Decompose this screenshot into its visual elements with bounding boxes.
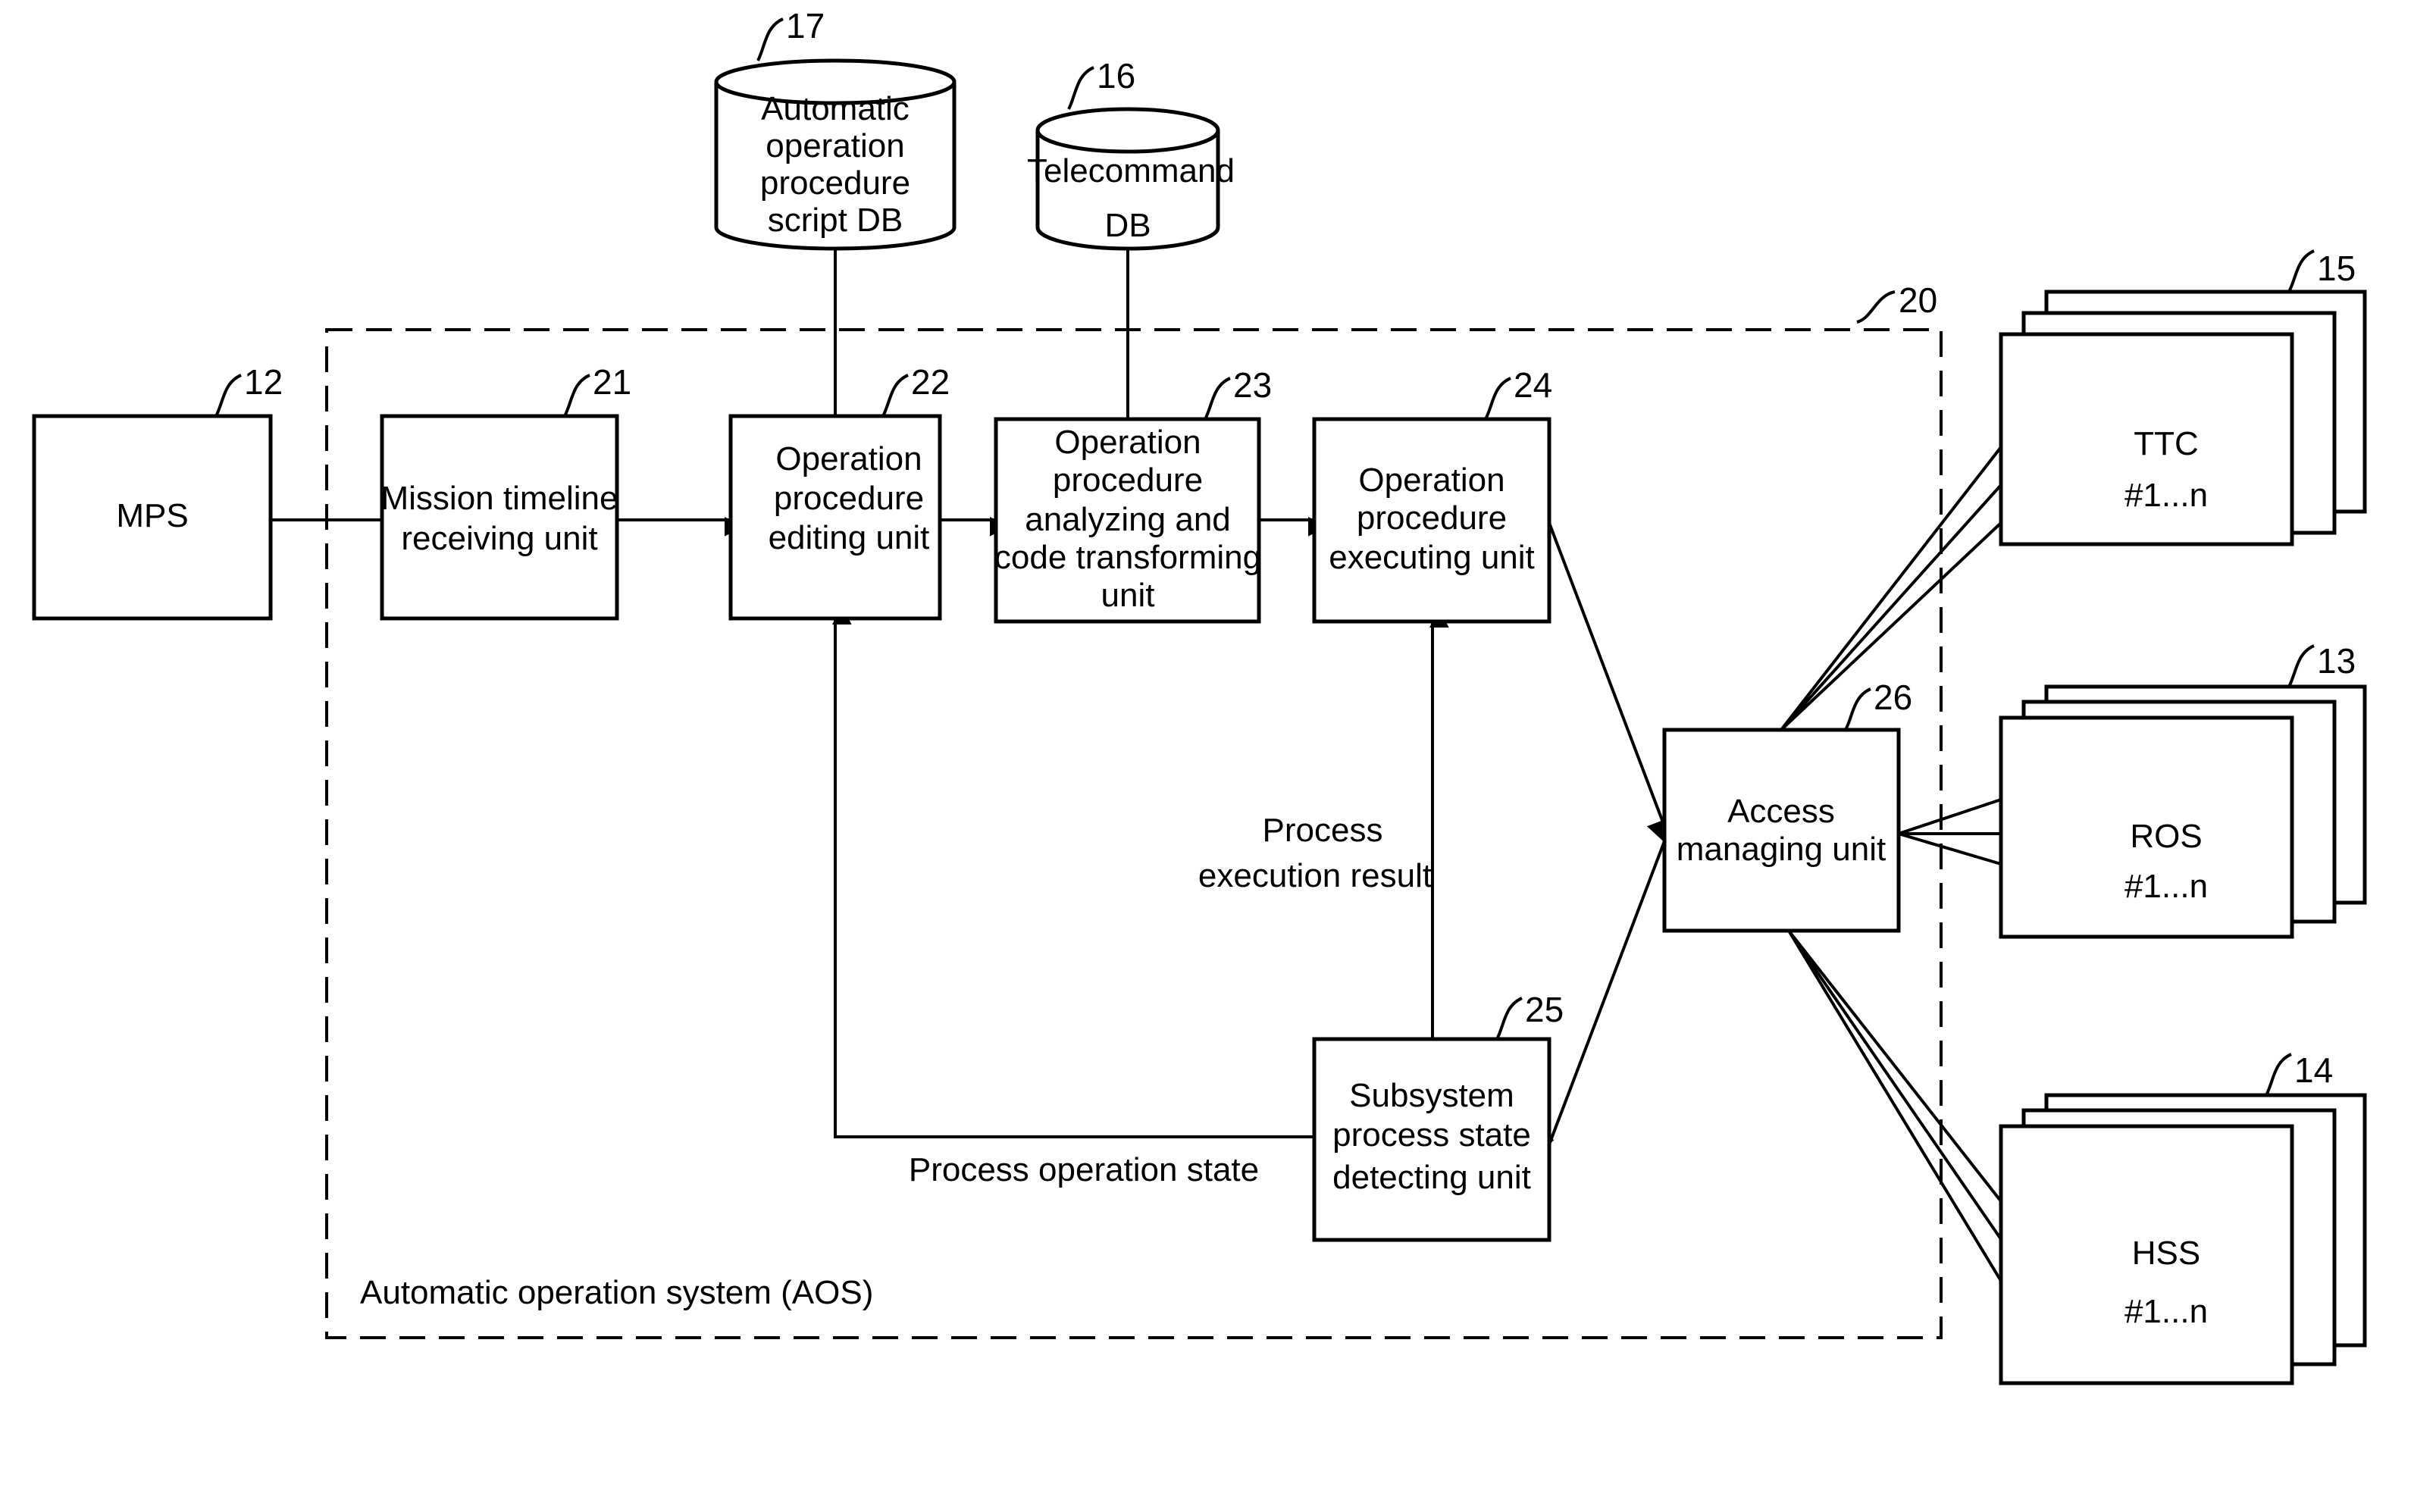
svg-text:executing unit: executing unit xyxy=(1329,539,1535,576)
node-access-managing-unit: Access managing unit 26 xyxy=(1662,678,1912,933)
node-operation-procedure-analyzing-unit: Operation procedure analyzing and code t… xyxy=(994,365,1272,624)
svg-text:unit: unit xyxy=(1101,577,1155,614)
svg-text:Subsystem: Subsystem xyxy=(1349,1077,1514,1114)
node-script-db: Automatic operation procedure script DB … xyxy=(714,6,957,251)
ref-23: 23 xyxy=(1233,365,1272,405)
node-ttc-stack: TTC #1...n 15 xyxy=(1999,249,2367,546)
svg-text:procedure: procedure xyxy=(760,164,910,202)
ref-22: 22 xyxy=(911,362,950,402)
svg-text:TTC: TTC xyxy=(2134,425,2199,462)
node-operation-procedure-editing-unit: Operation procedure editing unit 22 xyxy=(728,362,950,621)
svg-text:editing unit: editing unit xyxy=(769,519,930,556)
ref-13: 13 xyxy=(2317,641,2356,681)
edge-access-detecting xyxy=(1536,841,1666,1155)
svg-text:procedure: procedure xyxy=(774,480,924,517)
svg-text:Automatic: Automatic xyxy=(761,90,910,127)
ref-21: 21 xyxy=(593,362,631,402)
svg-text:ROS: ROS xyxy=(2130,818,2202,855)
svg-text:Access: Access xyxy=(1727,793,1835,830)
ref-14: 14 xyxy=(2294,1050,2333,1090)
svg-text:Operation: Operation xyxy=(1054,424,1201,461)
node-subsystem-process-state-detecting-unit: Subsystem process state detecting unit 2… xyxy=(1312,990,1564,1242)
edge-executing-access xyxy=(1548,522,1666,841)
ref-25: 25 xyxy=(1525,990,1564,1029)
aos-label: Automatic operation system (AOS) xyxy=(360,1274,873,1311)
svg-text:#1...n: #1...n xyxy=(2124,1293,2208,1330)
ref-15: 15 xyxy=(2317,249,2356,288)
label-execution-result: execution result xyxy=(1198,857,1432,894)
fan-access-hss xyxy=(1787,929,2002,1282)
node-telecommand-db: Telecommand DB 16 xyxy=(1027,56,1235,251)
ref-12: 12 xyxy=(244,362,283,402)
svg-text:analyzing and: analyzing and xyxy=(1025,501,1231,538)
svg-text:#1...n: #1...n xyxy=(2124,868,2208,905)
node-ros-stack: ROS #1...n 13 xyxy=(1999,641,2367,939)
ref-16: 16 xyxy=(1097,56,1135,95)
svg-text:process state: process state xyxy=(1332,1116,1531,1154)
ref-24: 24 xyxy=(1514,365,1552,405)
ref-17: 17 xyxy=(786,6,825,45)
ref-leader-20 xyxy=(1856,290,1896,324)
svg-text:MPS: MPS xyxy=(116,497,188,534)
node-mps: MPS 12 xyxy=(32,362,283,621)
svg-text:#1...n: #1...n xyxy=(2124,477,2208,514)
svg-text:managing unit: managing unit xyxy=(1677,831,1886,868)
svg-text:procedure: procedure xyxy=(1053,462,1203,499)
svg-text:Mission timeline: Mission timeline xyxy=(381,480,618,517)
svg-text:Operation: Operation xyxy=(775,440,922,477)
svg-text:receiving unit: receiving unit xyxy=(401,520,597,557)
aos-block-diagram: Automatic operation system (AOS) 20 Proc… xyxy=(32,6,2367,1385)
svg-text:operation: operation xyxy=(766,127,904,164)
svg-text:script DB: script DB xyxy=(768,202,903,239)
label-process: Process xyxy=(1263,812,1383,849)
node-mission-timeline-receiving-unit: Mission timeline receiving unit 21 xyxy=(380,362,631,621)
node-hss-stack: HSS #1...n 14 xyxy=(1999,1050,2367,1385)
node-operation-procedure-executing-unit: Operation procedure executing unit 24 xyxy=(1312,365,1552,624)
label-process-operation-state: Process operation state xyxy=(909,1151,1259,1188)
fan-access-ros xyxy=(1898,798,2002,866)
svg-text:detecting unit: detecting unit xyxy=(1332,1159,1531,1196)
svg-text:DB: DB xyxy=(1104,207,1151,244)
svg-text:code transforming: code transforming xyxy=(994,539,1261,576)
svg-text:Telecommand: Telecommand xyxy=(1027,152,1235,189)
svg-text:HSS: HSS xyxy=(2132,1235,2200,1272)
svg-text:procedure: procedure xyxy=(1357,499,1507,537)
ref-26: 26 xyxy=(1874,678,1912,717)
svg-text:Operation: Operation xyxy=(1358,462,1504,499)
ref-20: 20 xyxy=(1899,280,1937,320)
